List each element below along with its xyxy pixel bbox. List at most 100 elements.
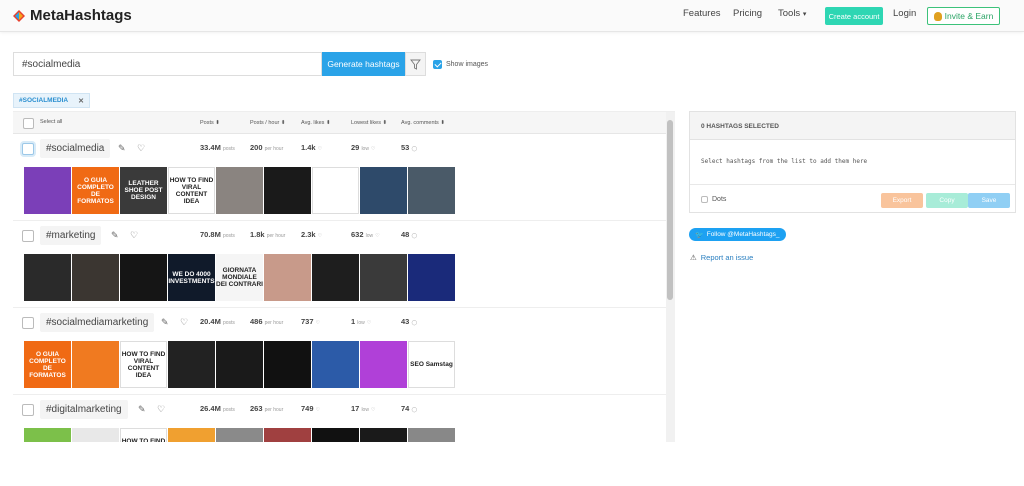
edit-icon[interactable]: ✎ [161,318,169,327]
row-checkbox[interactable] [22,317,34,329]
filter-button[interactable] [405,52,426,76]
post-thumbnail[interactable]: O GUIA COMPLETO DE FORMATOS [24,341,71,388]
row-checkbox[interactable] [22,230,34,242]
post-thumbnail[interactable] [408,254,455,301]
brand-logo[interactable]: MetaHashtags [12,7,132,24]
post-thumbnail[interactable] [72,254,119,301]
post-thumbnail[interactable] [216,428,263,442]
invite-earn-button[interactable]: Invite & Earn [927,7,1000,25]
post-thumbnail[interactable] [168,428,215,442]
heart-icon[interactable]: ♡ [130,231,138,240]
post-thumbnail[interactable] [360,341,407,388]
heart-icon[interactable]: ♡ [157,405,165,414]
post-thumbnail[interactable] [312,341,359,388]
hashtag-search-input[interactable]: #socialmedia [13,52,322,76]
post-thumbnail[interactable]: GIORNATA MONDIALE DEI CONTRARI [216,254,263,301]
post-thumbnail[interactable] [360,254,407,301]
nav-tools[interactable]: Tools ▾ [778,8,806,19]
nav-pricing[interactable]: Pricing [733,8,762,19]
create-account-button[interactable]: Create account [825,7,883,25]
copy-button[interactable]: Copy [926,193,968,208]
hashtag-row[interactable]: #socialmediamarketing ✎ ♡ 20.4M posts 486 pe… [13,308,666,395]
scrollbar-thumb[interactable] [667,120,673,300]
post-thumbnail[interactable] [24,167,71,214]
post-thumbnail[interactable] [264,167,311,214]
post-thumbnail[interactable] [312,167,359,214]
edit-icon[interactable]: ✎ [111,231,119,240]
post-thumbnail[interactable] [408,428,455,442]
sort-lowest-likes[interactable]: Lowest likes ⬍ [351,120,387,126]
nav-features[interactable]: Features [683,8,721,19]
heart-icon[interactable]: ♡ [180,318,188,327]
hashtag-chip[interactable]: #socialmediamarketing [40,313,155,332]
post-thumbnail[interactable] [24,254,71,301]
save-button[interactable]: Save [968,193,1010,208]
post-thumbnail[interactable]: LEATHER SHOE POST DESIGN [120,167,167,214]
per-hour-unit: per hour [266,233,286,239]
post-thumbnail[interactable] [360,167,407,214]
post-thumbnail[interactable]: SEO Samstag [408,341,455,388]
results-scrollbar[interactable] [666,112,675,442]
post-thumbnail[interactable] [72,341,119,388]
post-thumbnail[interactable] [408,167,455,214]
heart-small-icon: ♡ [371,146,376,152]
hashtag-row[interactable]: #marketing ✎ ♡ 70.8M posts 1.8k per hour 2.3k… [13,221,666,308]
heart-icon[interactable]: ♡ [137,144,145,153]
post-thumbnail[interactable] [168,341,215,388]
comment-icon: ◯ [411,233,418,239]
show-images-checkbox[interactable] [433,60,442,69]
sort-avg-likes[interactable]: Avg. likes ⬍ [301,120,331,126]
export-button[interactable]: Export [881,193,923,208]
show-images-label: Show images [446,61,489,68]
row-checkbox[interactable] [22,404,34,416]
row-checkbox[interactable] [22,143,34,155]
post-thumbnail[interactable] [264,254,311,301]
post-thumbnail[interactable] [216,167,263,214]
hashtag-row[interactable]: #socialmedia ✎ ♡ 33.4M posts 200 per hour 1.4… [13,134,666,221]
select-all-checkbox[interactable] [23,118,34,129]
brand-name: MetaHashtags [30,7,132,24]
post-thumbnail[interactable] [216,341,263,388]
tab-socialmedia[interactable]: #SOCIALMEDIA ✕ [13,93,90,108]
hashtag-chip[interactable]: #marketing [40,226,102,245]
edit-icon[interactable]: ✎ [118,144,126,153]
post-thumbnail[interactable]: WE DO 4000 INVESTMENTS [168,254,215,301]
posts-per-hour: 200 per hour [250,143,283,152]
sort-posts[interactable]: Posts ⬍ [200,120,220,126]
close-icon[interactable]: ✕ [78,97,84,105]
sort-avg-comments[interactable]: Avg. comments ⬍ [401,120,445,126]
post-thumbnail[interactable] [312,428,359,442]
post-thumbnail[interactable] [264,341,311,388]
post-thumbnail[interactable]: STOP SHOWING [360,428,407,442]
hashtag-chip[interactable]: #socialmedia [40,139,111,158]
selected-count-title: 0 HASHTAGS SELECTED [690,112,1015,140]
post-thumbnail[interactable] [312,254,359,301]
report-issue-link[interactable]: ⚠ Report an issue [690,253,753,262]
post-thumbnail[interactable] [264,428,311,442]
hashtag-chip[interactable]: #digitalmarketing [40,400,128,419]
dots-checkbox[interactable] [701,196,708,203]
post-thumbnail[interactable] [120,254,167,301]
posts-unit: posts [222,146,235,152]
hashtag-row[interactable]: #digitalmarketing ✎ ♡ 26.4M posts 263 per ho… [13,395,666,442]
post-thumbnail[interactable]: STOP [24,428,71,442]
edit-icon[interactable]: ✎ [138,405,146,414]
post-thumbnail[interactable]: HOW TO FIND VIRAL CONTENT IDEA [120,428,167,442]
twitter-bird-icon: 🐦 [695,231,704,239]
sort-icon: ⬍ [215,120,220,126]
sort-posts-hour[interactable]: Posts / hour ⬍ [250,120,286,126]
lowest-value: 1 [351,317,356,326]
generate-hashtags-button[interactable]: Generate hashtags [322,52,405,76]
sort-icon: ⬍ [382,120,388,126]
lowest-unit: low [357,320,365,326]
dots-toggle[interactable]: Dots [701,196,726,203]
post-thumbnail[interactable]: O GUIA COMPLETO DE FORMATOS [72,167,119,214]
follow-twitter-button[interactable]: 🐦 Follow @MetaHashtags_ [689,228,786,241]
show-images-toggle[interactable]: Show images [433,60,488,69]
comment-icon: ◯ [411,407,418,413]
post-thumbnail[interactable]: HOW TO FIND VIRAL CONTENT IDEA [120,341,167,388]
post-thumbnail[interactable] [72,428,119,442]
nav-login[interactable]: Login [893,8,916,19]
select-all-label: Select all [40,119,63,125]
post-thumbnail[interactable]: HOW TO FIND VIRAL CONTENT IDEA [168,167,215,214]
